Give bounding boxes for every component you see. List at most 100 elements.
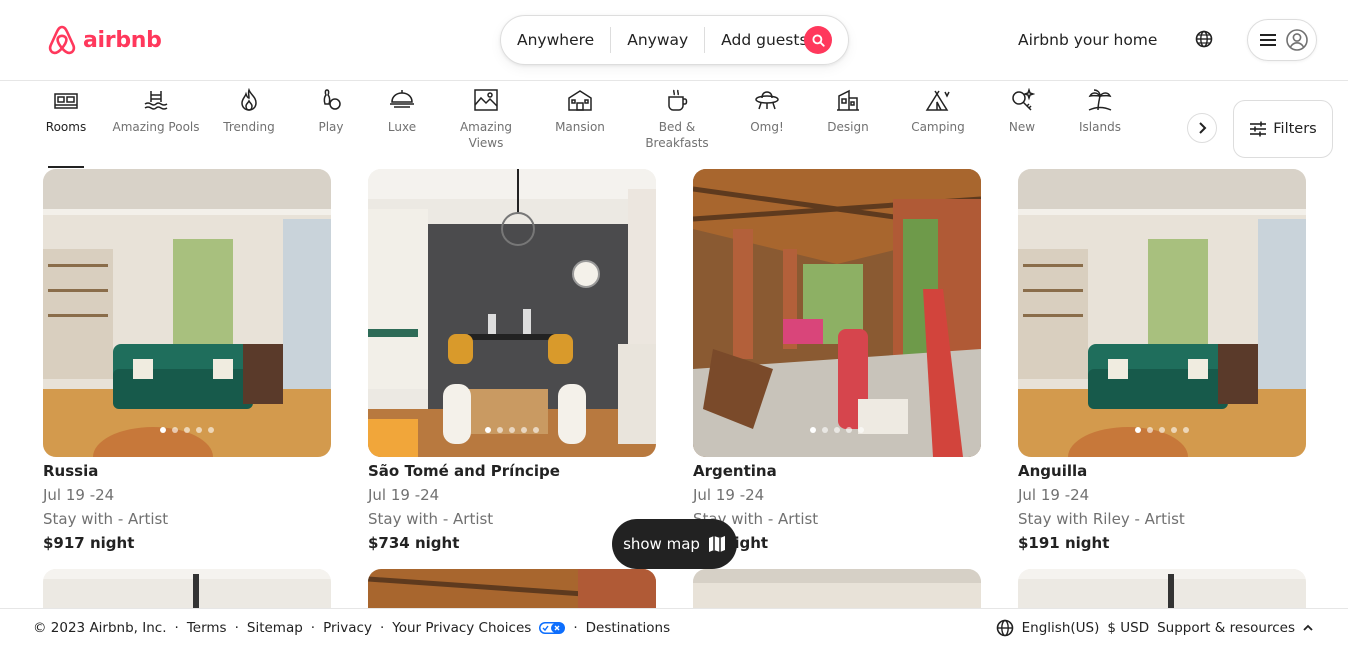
mansion-icon [568, 90, 592, 111]
room-photo [43, 569, 331, 609]
photo-dot[interactable] [1135, 427, 1141, 433]
chevron-up-icon[interactable] [1303, 624, 1313, 632]
photo-dot[interactable] [858, 427, 864, 433]
listing-title[interactable]: Argentina [693, 462, 981, 480]
support-resources-link[interactable]: Support & resources [1157, 620, 1295, 636]
search-where[interactable]: Anywhere [517, 31, 594, 49]
separator: · [310, 620, 316, 636]
filters-label: Filters [1273, 121, 1317, 137]
luxe-icon [390, 90, 414, 108]
photo-dot[interactable] [810, 427, 816, 433]
photo-dot[interactable] [172, 427, 178, 433]
host-link[interactable]: Airbnb your home [1018, 31, 1157, 49]
photo-dot[interactable] [846, 427, 852, 433]
photo-dot[interactable] [822, 427, 828, 433]
search-bar[interactable]: Anywhere Anyway Add guests [500, 15, 849, 65]
photo-dot[interactable] [485, 427, 491, 433]
filters-button[interactable]: Filters [1233, 100, 1333, 158]
map-icon [708, 536, 725, 552]
photo-dot[interactable] [834, 427, 840, 433]
search-button[interactable] [804, 26, 832, 54]
search-who[interactable]: Add guests [721, 31, 807, 49]
listing-card[interactable]: Argentina Jul 19 -24 Stay with - Artist … [693, 169, 981, 552]
footer-link-privacy-choices[interactable]: Your Privacy Choices [392, 620, 531, 636]
photo-dot[interactable] [497, 427, 503, 433]
photo-dot[interactable] [160, 427, 166, 433]
room-photo [1018, 569, 1306, 609]
category-design[interactable]: Design [803, 88, 893, 135]
language-button[interactable] [1195, 30, 1213, 52]
photo-dot[interactable] [1171, 427, 1177, 433]
show-map-button[interactable]: show map [612, 519, 737, 569]
photo-dot[interactable] [1159, 427, 1165, 433]
photo-dot[interactable] [1183, 427, 1189, 433]
search-divider [610, 27, 612, 53]
search-when[interactable]: Anyway [627, 31, 688, 49]
room-photo [368, 569, 656, 609]
category-label: Amazing Views [459, 120, 513, 150]
listing-host: Stay with - Artist [693, 510, 819, 528]
listing-photo[interactable] [43, 169, 331, 457]
category-camping[interactable]: Camping [893, 88, 983, 135]
photo-dot[interactable] [509, 427, 515, 433]
category-label: Play [318, 120, 344, 134]
copyright: © 2023 Airbnb, Inc. [33, 620, 167, 636]
search-divider [704, 27, 706, 53]
listing-price: $917 night [43, 534, 135, 552]
photo-dots [693, 427, 981, 433]
listing-photo[interactable] [43, 569, 331, 609]
photo-dot[interactable] [533, 427, 539, 433]
category-mansion[interactable]: Mansion [535, 88, 625, 135]
top-header: airbnb Anywhere Anyway Add guests Airbnb… [0, 0, 1348, 81]
listing-photo[interactable] [693, 569, 981, 609]
category-label: Omg! [750, 120, 784, 134]
listing-dates: Jul 19 -24 [1018, 486, 1090, 504]
language-selector[interactable]: English(US) [1022, 620, 1100, 636]
listing-card[interactable]: Anguilla Jul 19 -24 Stay with Riley - Ar… [1018, 169, 1306, 552]
category-amazing-pools[interactable]: Amazing Pools [111, 88, 201, 135]
listing-host: Stay with - Artist [43, 510, 169, 528]
listing-photo[interactable] [1018, 169, 1306, 457]
photo-dot[interactable] [196, 427, 202, 433]
listing-photo[interactable] [693, 169, 981, 457]
listing-title[interactable]: Russia [43, 462, 331, 480]
listing-photo[interactable] [1018, 569, 1306, 609]
category-bed-and-breakfasts[interactable]: Bed & Breakfasts [632, 88, 722, 151]
category-new[interactable]: New [977, 88, 1067, 135]
category-label: Amazing Pools [112, 120, 200, 134]
listing-photo[interactable] [368, 169, 656, 457]
views-icon [474, 89, 498, 111]
chevron-right-icon [1199, 122, 1207, 134]
user-menu-button[interactable] [1247, 19, 1317, 61]
listing-photo[interactable] [368, 569, 656, 609]
photo-dot[interactable] [1147, 427, 1153, 433]
category-trending[interactable]: Trending [204, 88, 294, 135]
brand-name: airbnb [83, 27, 162, 53]
category-omg[interactable]: Omg! [722, 88, 812, 135]
category-label: Design [827, 120, 869, 134]
photo-dot[interactable] [184, 427, 190, 433]
separator: · [573, 620, 578, 636]
photo-dot[interactable] [208, 427, 214, 433]
footer-link-privacy[interactable]: Privacy [323, 620, 372, 636]
pool-icon [144, 91, 168, 110]
category-luxe[interactable]: Luxe [357, 88, 447, 135]
footer-link-terms[interactable]: Terms [187, 620, 227, 636]
category-rooms[interactable]: Rooms [21, 88, 111, 135]
currency-selector[interactable]: $ USD [1107, 620, 1149, 636]
categories-next-button[interactable] [1187, 113, 1217, 143]
category-amazing-views[interactable]: Amazing Views [441, 88, 531, 151]
footer-link-sitemap[interactable]: Sitemap [247, 620, 303, 636]
airbnb-logo[interactable]: airbnb [47, 24, 162, 56]
photo-dot[interactable] [521, 427, 527, 433]
listing-title[interactable]: São Tomé and Príncipe [368, 462, 656, 480]
listing-host: Stay with Riley - Artist [1018, 510, 1185, 528]
privacy-choices-toggle-icon[interactable] [539, 622, 566, 634]
listing-card[interactable]: Russia Jul 19 -24 Stay with - Artist $91… [43, 169, 331, 552]
listing-host: Stay with - Artist [368, 510, 494, 528]
footer-link-destinations[interactable]: Destinations [586, 620, 671, 636]
listing-card[interactable]: São Tomé and Príncipe Jul 19 -24 Stay wi… [368, 169, 656, 552]
hamburger-icon [1260, 34, 1276, 46]
listing-title[interactable]: Anguilla [1018, 462, 1306, 480]
category-islands[interactable]: Islands [1055, 88, 1145, 135]
